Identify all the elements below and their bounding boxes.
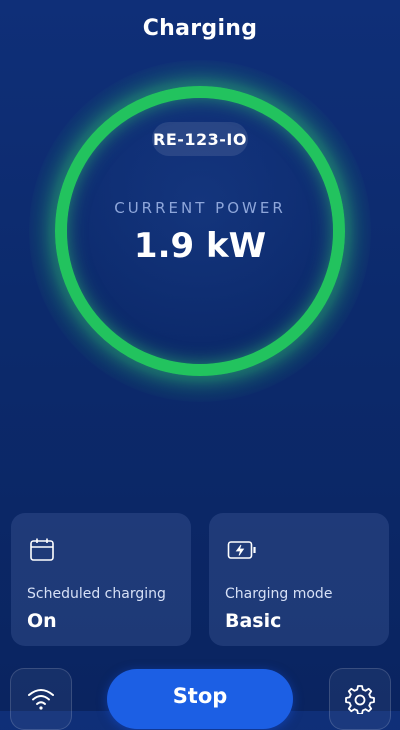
stop-button-label: Stop [172, 684, 228, 708]
charging-mode-value: Basic [225, 610, 282, 632]
current-power-label: CURRENT POWER [114, 199, 286, 217]
scheduled-charging-card[interactable]: Scheduled charging On [11, 513, 191, 646]
battery-charging-icon [227, 537, 256, 563]
current-power-value: 1.9 kW [133, 226, 267, 266]
charging-mode-card[interactable]: Charging mode Basic [209, 513, 389, 646]
page-title: Charging [142, 16, 258, 41]
gear-icon [345, 685, 375, 714]
calendar-icon [29, 537, 55, 563]
wifi-button[interactable] [10, 668, 72, 730]
scheduled-charging-value: On [27, 610, 57, 632]
charging-mode-label: Charging mode [225, 586, 333, 602]
scheduled-charging-label: Scheduled charging [27, 586, 166, 602]
stop-button[interactable]: Stop [107, 669, 293, 729]
settings-button[interactable] [329, 668, 391, 730]
wifi-icon [28, 689, 54, 710]
device-id-badge: RE-123-IO [152, 122, 248, 156]
